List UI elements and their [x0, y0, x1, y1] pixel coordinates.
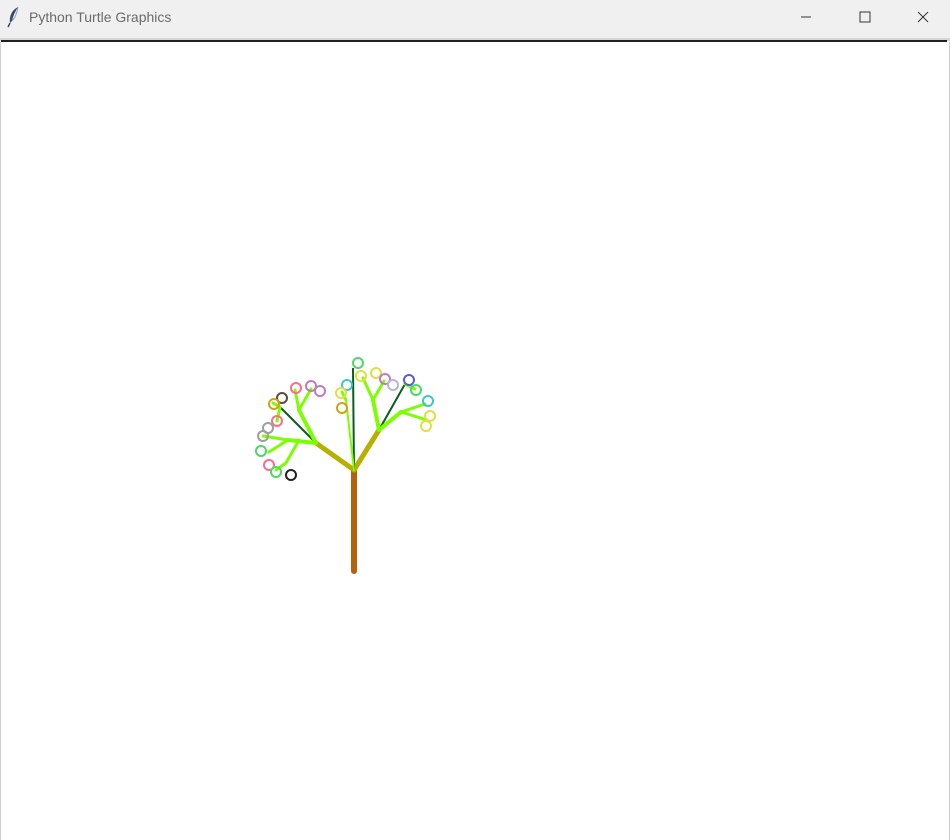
- maximize-button[interactable]: [836, 0, 894, 34]
- blossom: [387, 379, 399, 391]
- turtle-canvas[interactable]: [1, 42, 949, 840]
- blossom: [403, 374, 415, 386]
- twig: [297, 408, 318, 445]
- close-button[interactable]: [894, 0, 950, 34]
- blossom: [370, 367, 382, 379]
- twig: [399, 410, 429, 422]
- twig: [284, 438, 301, 465]
- branch-right: [351, 427, 382, 473]
- twig: [371, 398, 381, 432]
- twig: [377, 410, 403, 432]
- maximize-icon: [859, 11, 871, 23]
- blossom: [422, 395, 434, 407]
- feather-icon: [6, 6, 22, 28]
- blossom: [285, 469, 297, 481]
- blossom: [255, 445, 267, 457]
- blossom: [314, 385, 326, 397]
- branch-left: [313, 440, 357, 473]
- turtle-window: Python Turtle Graphics: [0, 0, 950, 840]
- title-bar[interactable]: Python Turtle Graphics: [0, 0, 950, 38]
- blossom: [355, 370, 367, 382]
- twig: [399, 402, 427, 414]
- close-icon: [917, 11, 929, 23]
- turtle-canvas-area[interactable]: [0, 42, 950, 840]
- blossom: [420, 420, 432, 432]
- twig: [286, 438, 318, 445]
- minimize-button[interactable]: [777, 0, 835, 34]
- twig: [361, 376, 375, 402]
- window-title: Python Turtle Graphics: [29, 9, 172, 25]
- twig: [297, 387, 313, 412]
- blossom: [424, 410, 436, 422]
- twig: [267, 438, 290, 454]
- blossom: [352, 357, 364, 369]
- blossom: [336, 402, 348, 414]
- twig: [275, 405, 282, 423]
- tree-branches: [313, 427, 382, 473]
- fractal-tree: [255, 357, 436, 574]
- minimize-icon: [800, 11, 812, 23]
